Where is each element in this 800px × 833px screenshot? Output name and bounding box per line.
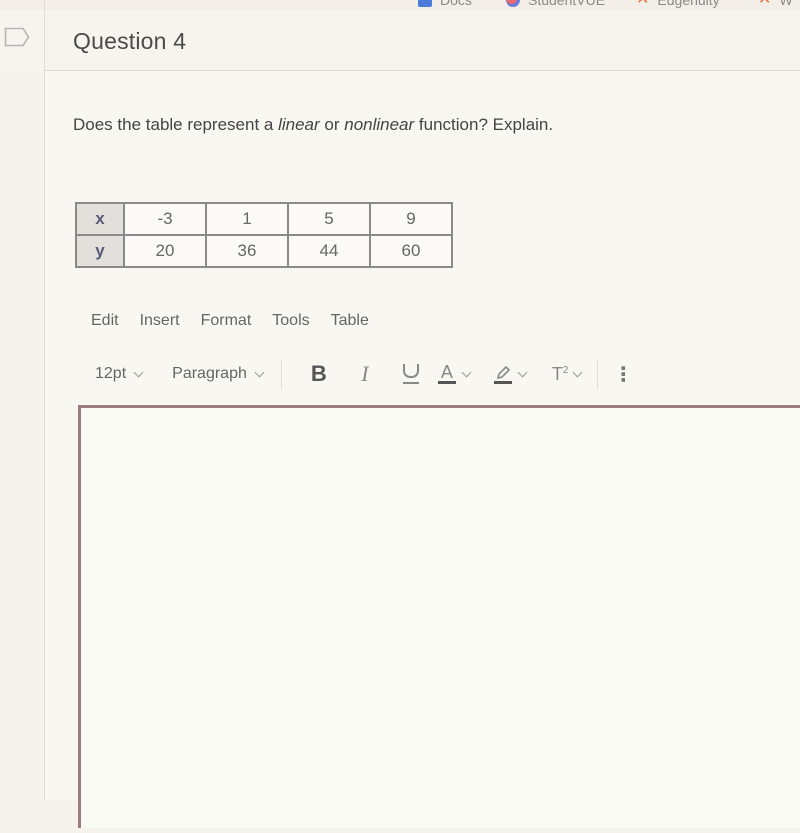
row-header-y: y [75,234,125,268]
studentvue-icon [506,0,520,7]
prompt-text: or [319,115,345,134]
menu-insert[interactable]: Insert [140,312,180,330]
highlighter-icon [493,365,512,384]
block-format-select[interactable]: Paragraph [172,365,265,383]
table-row-y: y 20 36 44 60 [75,234,453,268]
bookmark-label: W [779,0,793,8]
edgenuity-icon: ✕ [758,0,771,8]
chevron-down-icon [517,367,528,377]
bookmark-label: Edgenuity [657,0,720,8]
prompt-emphasis-linear: linear [278,115,320,134]
bookmark-edgenuity[interactable]: ✕ Edgenuity [636,0,720,10]
highlight-color-button[interactable] [493,365,528,384]
toolbar-separator [280,359,282,389]
menu-format[interactable]: Format [201,312,252,330]
row-header-x: x [75,202,125,236]
text-color-icon: A [437,363,456,384]
chevron-down-icon [133,367,144,377]
table-cell: 1 [205,202,289,236]
font-size-value: 12pt [95,365,127,382]
table-cell: 20 [123,234,207,268]
underline-icon [402,363,419,384]
block-format-value: Paragraph [172,365,247,382]
chevron-down-icon [254,367,265,377]
menu-table[interactable]: Table [331,312,369,330]
edgenuity-icon: ✕ [636,0,649,8]
table-cell: 60 [369,234,453,268]
table-cell: 44 [287,234,371,268]
table-cell: 5 [287,202,371,236]
bookmark-studentvue[interactable]: StudentVUE [506,0,605,10]
answer-textarea[interactable] [81,408,800,828]
menu-edit[interactable]: Edit [91,312,119,330]
prompt-text: function? Explain. [414,115,554,134]
question-prompt: Does the table represent a linear or non… [73,115,553,135]
question-title: Question 4 [73,28,187,54]
bold-button[interactable]: B [296,361,342,387]
superscript-icon: T2 [551,363,569,384]
bookmark-docs[interactable]: Docs [418,0,472,10]
table-cell: 36 [205,234,289,268]
text-color-button[interactable]: A [437,363,472,384]
font-size-select[interactable]: 12pt [95,365,144,383]
flag-icon[interactable] [4,27,30,47]
prompt-emphasis-nonlinear: nonlinear [344,115,415,134]
more-options-icon[interactable]: ⋮ [608,362,638,387]
table-row-x: x -3 1 5 9 [75,202,453,236]
editor-toolbar: 12pt Paragraph B I A T2 ⋮ [95,359,638,389]
bookmarks-bar: Docs StudentVUE ✕ Edgenuity ✕ W [0,0,800,10]
menu-tools[interactable]: Tools [272,312,309,330]
docs-icon [418,0,432,7]
question-header: Question 4 [0,10,800,70]
italic-button[interactable]: I [342,361,388,387]
editor-menubar: Edit Insert Format Tools Table [91,312,369,330]
bookmark-label: StudentVUE [528,0,606,8]
toolbar-separator [597,359,599,389]
function-table: x -3 1 5 9 y 20 36 44 60 [75,202,453,268]
chevron-down-icon [461,367,472,377]
chevron-down-icon [572,367,583,377]
answer-editor[interactable] [78,405,800,828]
superscript-button[interactable]: T2 [551,363,583,385]
bookmark-w[interactable]: ✕ W [758,0,793,10]
table-cell: 9 [369,202,453,236]
question-body: Does the table represent a linear or non… [45,71,800,828]
prompt-text: Does the table represent a [73,115,279,134]
underline-button[interactable] [388,363,434,386]
table-cell: -3 [123,202,207,236]
bookmark-label: Docs [440,0,472,8]
